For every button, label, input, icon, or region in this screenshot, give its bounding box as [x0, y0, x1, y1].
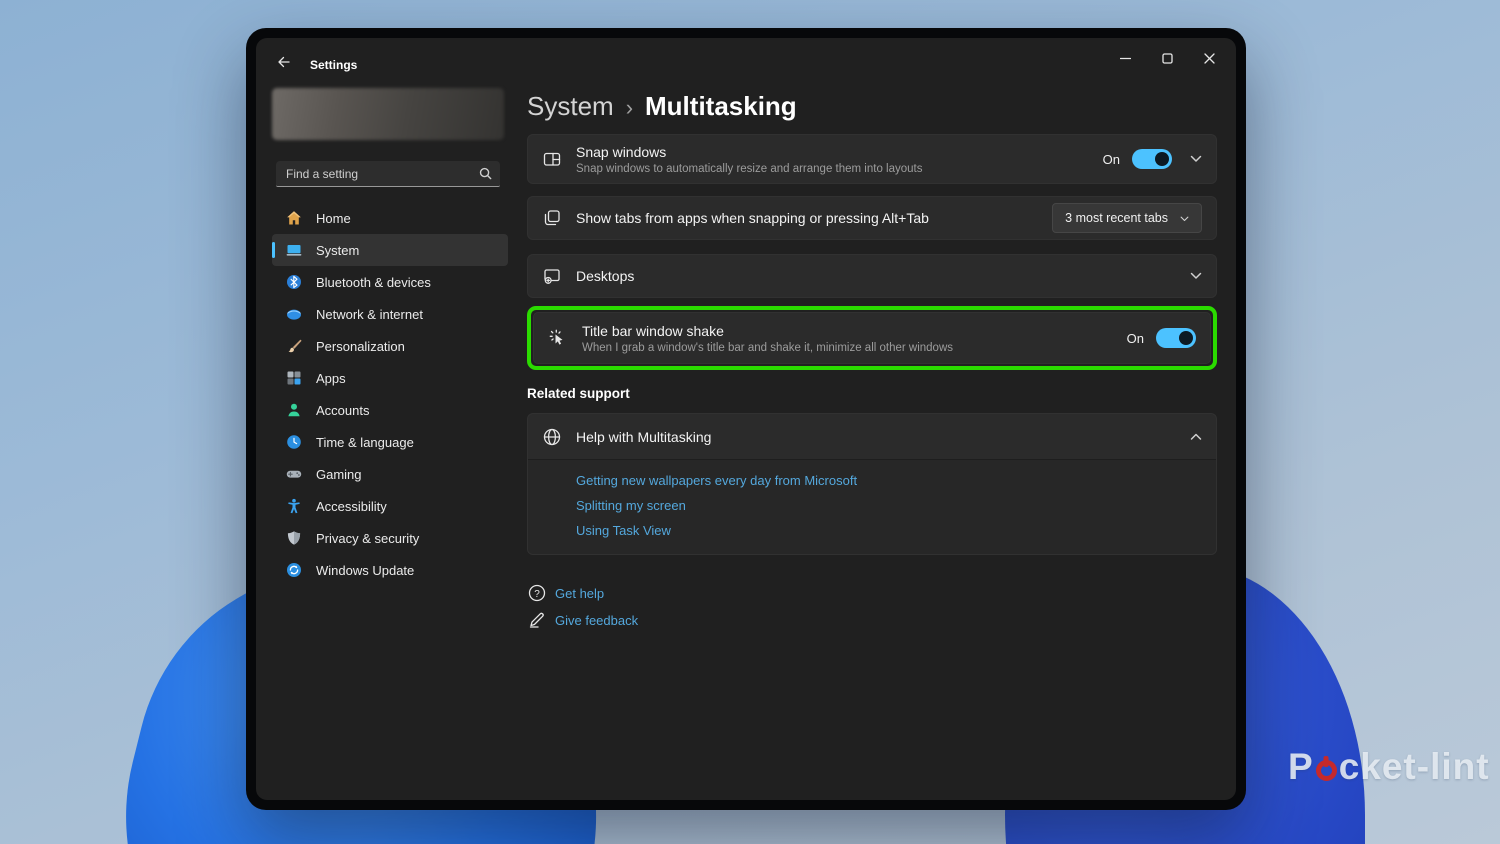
toggle-state-label: On	[1127, 331, 1144, 346]
setting-title: Show tabs from apps when snapping or pre…	[576, 210, 1052, 226]
personalization-icon	[286, 338, 302, 354]
sidebar-item-label: Time & language	[316, 435, 414, 450]
sidebar-item-label: Personalization	[316, 339, 405, 354]
sidebar-item-label: Accessibility	[316, 499, 387, 514]
chevron-up-icon[interactable]	[1190, 433, 1202, 441]
apps-icon	[286, 370, 302, 386]
get-help-label: Get help	[555, 586, 604, 601]
main-content: System › Multitasking Snap windows Snap …	[527, 38, 1217, 800]
cursor-shake-icon	[548, 328, 568, 348]
accessibility-icon	[286, 498, 302, 514]
sidebar-item-bluetooth-devices[interactable]: Bluetooth & devices	[272, 266, 508, 298]
svg-text:?: ?	[534, 589, 540, 600]
bluetooth-icon	[286, 274, 302, 290]
settings-window: Settings	[246, 28, 1246, 810]
sidebar-item-privacy-security[interactable]: Privacy & security	[272, 522, 508, 554]
get-help-icon: ?	[527, 583, 547, 603]
sidebar-item-label: Apps	[316, 371, 346, 386]
help-expander[interactable]: Help with Multitasking	[528, 414, 1216, 459]
sidebar-item-windows-update[interactable]: Windows Update	[272, 554, 508, 586]
page-title: Multitasking	[645, 91, 797, 122]
help-title: Help with Multitasking	[576, 429, 1172, 445]
account-card-blurred[interactable]	[272, 88, 504, 140]
sidebar-item-label: Accounts	[316, 403, 369, 418]
sidebar-item-system[interactable]: System	[272, 234, 508, 266]
home-icon	[286, 210, 302, 226]
help-card: Help with Multitasking Getting new wallp…	[527, 413, 1217, 555]
help-links: Getting new wallpapers every day from Mi…	[528, 459, 1216, 554]
dropdown-value: 3 most recent tabs	[1065, 211, 1168, 225]
help-link-wallpapers[interactable]: Getting new wallpapers every day from Mi…	[576, 473, 1216, 488]
power-icon	[1316, 760, 1337, 781]
help-link-splitting-screen[interactable]: Splitting my screen	[576, 498, 1216, 513]
breadcrumb-separator-icon: ›	[626, 95, 633, 121]
give-feedback-link[interactable]: Give feedback	[527, 610, 1217, 630]
privacy-security-icon	[286, 530, 302, 546]
setting-title: Desktops	[576, 268, 1172, 284]
watermark-suffix: cket-lint	[1339, 746, 1490, 788]
arrow-left-icon	[276, 58, 292, 73]
footer-links: ? Get help Give feedback	[527, 583, 1217, 630]
setting-title: Title bar window shake	[582, 323, 1127, 339]
setting-row-desktops[interactable]: Desktops	[527, 254, 1217, 298]
help-link-task-view[interactable]: Using Task View	[576, 523, 1216, 538]
globe-icon	[542, 427, 562, 447]
setting-subtitle: When I grab a window's title bar and sha…	[582, 342, 1127, 354]
sidebar-item-accounts[interactable]: Accounts	[272, 394, 508, 426]
search-icon	[478, 166, 493, 186]
get-help-link[interactable]: ? Get help	[527, 583, 1217, 603]
desktops-icon	[542, 266, 562, 286]
time-language-icon	[286, 434, 302, 450]
desktop-background: Pcket-lint Settings	[0, 0, 1500, 844]
chevron-down-icon[interactable]	[1190, 155, 1202, 163]
accounts-icon	[286, 402, 302, 418]
settings-window-content: Settings	[256, 38, 1236, 800]
pocket-lint-watermark: Pcket-lint	[1288, 746, 1490, 788]
search-input[interactable]	[276, 161, 500, 187]
setting-row-show-tabs[interactable]: Show tabs from apps when snapping or pre…	[527, 196, 1217, 240]
setting-subtitle: Snap windows to automatically resize and…	[576, 163, 1103, 175]
highlight-box: Title bar window shake When I grab a win…	[527, 306, 1217, 370]
setting-title: Snap windows	[576, 144, 1103, 160]
setting-row-snap-windows[interactable]: Snap windows Snap windows to automatical…	[527, 134, 1217, 184]
related-support-heading: Related support	[527, 386, 1217, 401]
tabs-icon	[542, 208, 562, 228]
snap-windows-toggle[interactable]	[1132, 149, 1172, 169]
tabs-count-dropdown[interactable]: 3 most recent tabs	[1052, 203, 1202, 233]
sidebar-item-home[interactable]: Home	[272, 202, 508, 234]
sidebar-item-label: System	[316, 243, 359, 258]
sidebar-item-label: Windows Update	[316, 563, 414, 578]
sidebar-item-label: Home	[316, 211, 351, 226]
back-button[interactable]	[276, 54, 292, 73]
breadcrumb-parent[interactable]: System	[527, 91, 614, 122]
sidebar-item-network-internet[interactable]: Network & internet	[272, 298, 508, 330]
network-icon	[286, 306, 302, 322]
sidebar-item-label: Privacy & security	[316, 531, 419, 546]
sidebar-item-time-language[interactable]: Time & language	[272, 426, 508, 458]
setting-row-title-bar-window-shake[interactable]: Title bar window shake When I grab a win…	[533, 312, 1211, 364]
system-icon	[286, 242, 302, 258]
sidebar-item-label: Gaming	[316, 467, 362, 482]
snap-windows-icon	[542, 149, 562, 169]
sidebar-item-apps[interactable]: Apps	[272, 362, 508, 394]
gaming-icon	[286, 466, 302, 482]
chevron-down-icon[interactable]	[1190, 272, 1202, 280]
chevron-down-icon	[1180, 211, 1189, 225]
sidebar-item-gaming[interactable]: Gaming	[272, 458, 508, 490]
sidebar-item-label: Network & internet	[316, 307, 423, 322]
sidebar-item-accessibility[interactable]: Accessibility	[272, 490, 508, 522]
sidebar-item-label: Bluetooth & devices	[316, 275, 431, 290]
windows-update-icon	[286, 562, 302, 578]
watermark-prefix: P	[1288, 746, 1314, 788]
sidebar-nav: Home System Bluetooth & devices	[272, 202, 508, 586]
title-bar-window-shake-toggle[interactable]	[1156, 328, 1196, 348]
sidebar-item-personalization[interactable]: Personalization	[272, 330, 508, 362]
feedback-pen-icon	[527, 610, 547, 630]
toggle-state-label: On	[1103, 152, 1120, 167]
give-feedback-label: Give feedback	[555, 613, 638, 628]
app-title: Settings	[310, 58, 357, 72]
breadcrumb: System › Multitasking	[527, 91, 1217, 122]
